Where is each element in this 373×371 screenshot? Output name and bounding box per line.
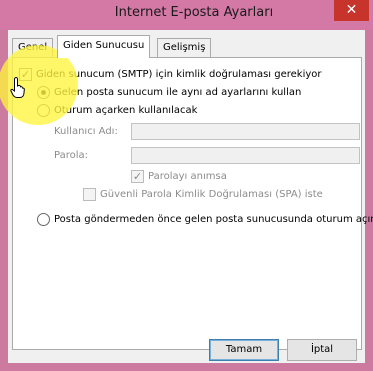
logon-using-label: Oturum açarken kullanılacak [54, 105, 198, 116]
tab-advanced[interactable]: Gelişmiş [157, 38, 212, 57]
logon-using-option[interactable]: Oturum açarken kullanılacak [37, 104, 197, 117]
password-label: Parola: [54, 150, 88, 161]
auth-required-label: Giden sunucum (SMTP) için kimlik doğrula… [36, 69, 322, 80]
logon-incoming-first-option[interactable]: Posta göndermeden önce gelen posta sunuc… [37, 213, 373, 226]
remember-password-label: Parolayı anımsa [148, 171, 227, 182]
close-button[interactable]: ✕ [334, 0, 369, 21]
checkmark-icon: ✓ [20, 68, 31, 81]
username-label: Kullanıcı Adı: [54, 126, 118, 137]
auth-required-option[interactable]: ✓ Giden sunucum (SMTP) için kimlik doğru… [19, 68, 322, 81]
spa-checkbox[interactable] [83, 188, 96, 201]
tab-outgoing-server[interactable]: Giden Sunucusu [57, 35, 151, 58]
logon-using-radio[interactable] [37, 104, 50, 117]
ok-button[interactable]: Tamam [209, 339, 279, 361]
spa-label: Güvenli Parola Kimlik Doğrulaması (SPA) … [100, 189, 323, 200]
title-bar: Internet E-posta Ayarları ✕ [0, 0, 373, 30]
logon-incoming-first-label: Posta göndermeden önce gelen posta sunuc… [54, 214, 373, 225]
dialog-body: Genel Giden Sunucusu Gelişmiş ✓ Giden su… [8, 30, 373, 363]
password-field[interactable] [131, 147, 360, 164]
cancel-button[interactable]: İptal [287, 339, 357, 361]
tab-general[interactable]: Genel [12, 38, 54, 57]
username-field[interactable] [131, 123, 360, 140]
spa-option[interactable]: Güvenli Parola Kimlik Doğrulaması (SPA) … [83, 188, 323, 201]
close-icon: ✕ [345, 2, 358, 18]
checkmark-icon: ✓ [132, 170, 143, 183]
window-title: Internet E-posta Ayarları [114, 5, 274, 20]
logon-incoming-first-radio[interactable] [37, 213, 50, 226]
auth-required-checkbox[interactable]: ✓ [19, 68, 32, 81]
same-settings-option[interactable]: Gelen posta sunucum ile aynı ad ayarları… [37, 86, 301, 99]
tab-strip: Genel Giden Sunucusu Gelişmiş [8, 30, 365, 58]
same-settings-label: Gelen posta sunucum ile aynı ad ayarları… [54, 87, 302, 98]
remember-password-option[interactable]: ✓ Parolayı anımsa [131, 170, 227, 183]
same-settings-radio[interactable] [37, 86, 50, 99]
remember-password-checkbox[interactable]: ✓ [131, 170, 144, 183]
outgoing-server-panel: ✓ Giden sunucum (SMTP) için kimlik doğru… [12, 57, 373, 350]
